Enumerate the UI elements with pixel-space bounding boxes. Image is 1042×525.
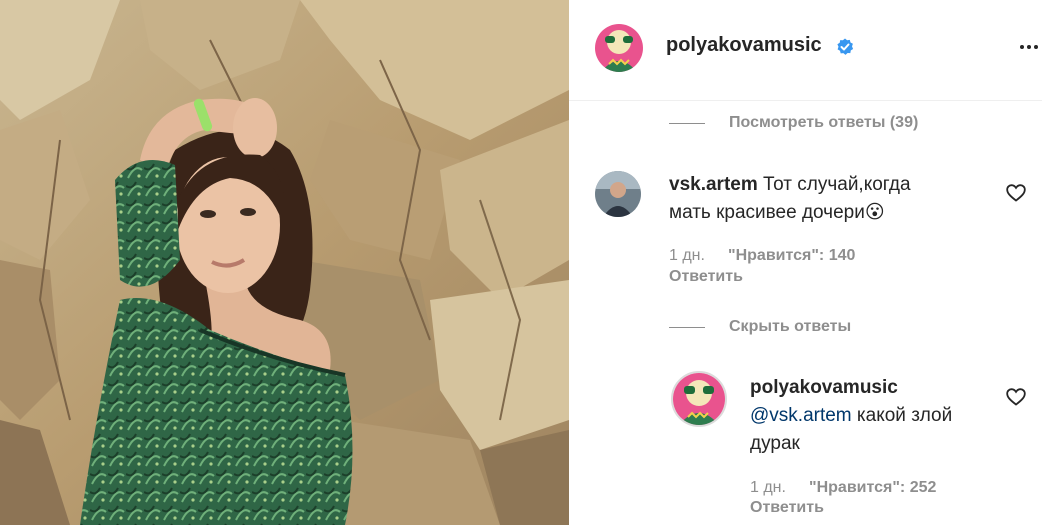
comment-reply-button[interactable]: Ответить (669, 268, 743, 286)
post-header: polyakovamusic (569, 0, 1042, 101)
reply-likes[interactable]: "Нравится": 252 (809, 479, 936, 497)
avatar-image-icon (673, 373, 725, 425)
avatar-image-icon (595, 24, 643, 72)
like-heart-icon[interactable] (1006, 388, 1026, 406)
like-heart-icon[interactable] (1006, 184, 1026, 202)
reply-text-line1: какой злой (851, 405, 953, 426)
comment-username[interactable]: vsk.artem (669, 174, 758, 195)
comment-text-line1: Тот случай,когда (763, 174, 911, 195)
comment-body: vsk.artem Тот случай,когда мать красивее… (669, 171, 999, 227)
reply-avatar[interactable] (671, 371, 727, 427)
view-replies-button[interactable]: Посмотреть ответы (39) (729, 114, 918, 132)
comment-likes[interactable]: "Нравится": 140 (728, 247, 855, 265)
more-dot (1027, 45, 1031, 49)
thread-line (669, 123, 705, 124)
comment-text-line2: мать красивее дочери (669, 202, 865, 223)
more-dot (1034, 45, 1038, 49)
verified-badge-icon (837, 38, 854, 55)
post-photo[interactable] (0, 0, 569, 525)
more-dot (1020, 45, 1024, 49)
reply-body: polyakovamusic @vsk.artem какой злой дур… (750, 374, 1000, 458)
comment-avatar[interactable] (595, 171, 641, 217)
reply-text-line2: дурак (750, 433, 800, 454)
header-username[interactable]: polyakovamusic (666, 34, 822, 57)
avatar-image-icon (595, 171, 641, 217)
reply-mention-link[interactable]: @vsk.artem (750, 405, 852, 426)
surprised-emoji-icon: 😮 (864, 202, 885, 223)
thread-line (669, 327, 705, 328)
reply-reply-button[interactable]: Ответить (750, 499, 824, 517)
comment-time: 1 дн. (669, 247, 705, 264)
more-options-button[interactable] (1020, 40, 1042, 54)
post-photo-illustration (0, 0, 569, 525)
reply-username[interactable]: polyakovamusic (750, 377, 898, 398)
header-avatar[interactable] (595, 24, 643, 72)
reply-time: 1 дн. (750, 479, 786, 496)
comments-panel: polyakovamusic Посмотреть ответы (39) vs… (569, 0, 1042, 525)
hide-replies-button[interactable]: Скрыть ответы (729, 318, 851, 336)
